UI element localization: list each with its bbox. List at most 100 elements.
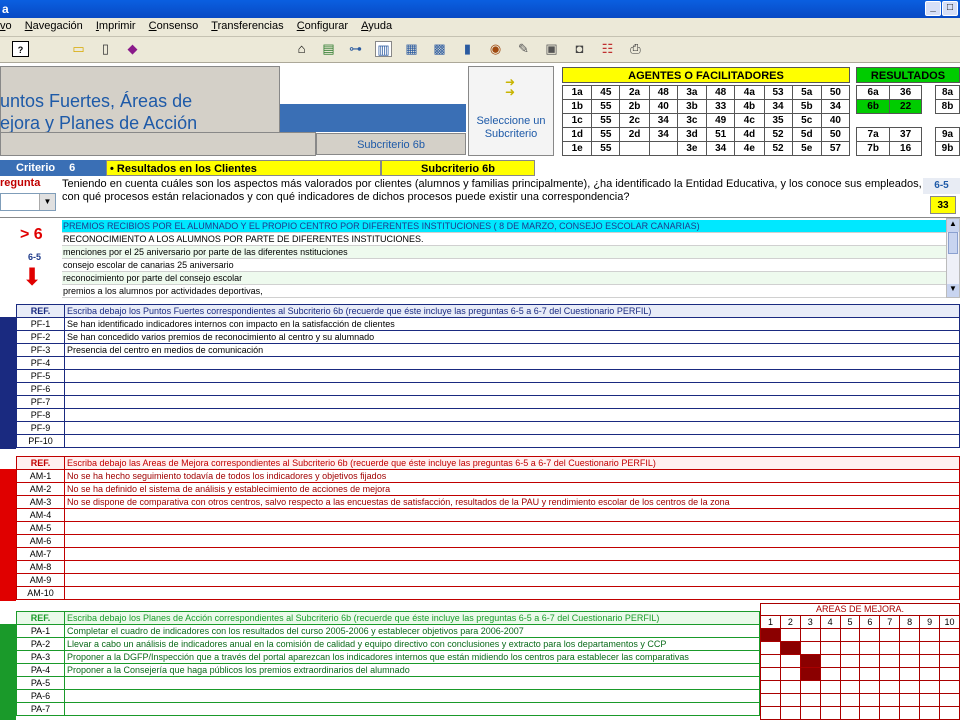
pf-text-cell[interactable]: [64, 421, 960, 435]
menu-navegacion[interactable]: Navegación: [20, 18, 88, 35]
agents-score[interactable]: 34: [820, 99, 851, 114]
areas-cell[interactable]: [779, 641, 801, 655]
areas-cell[interactable]: [859, 654, 881, 668]
areas-cell[interactable]: [819, 706, 841, 720]
menu-consenso[interactable]: Consenso: [144, 18, 204, 35]
areas-cell[interactable]: [839, 706, 861, 720]
agents-code[interactable]: 5d: [791, 127, 822, 142]
areas-cell[interactable]: [879, 693, 901, 707]
pa-text-cell[interactable]: Llevar a cabo un análisis de indicadores…: [64, 637, 760, 651]
am-text-cell[interactable]: No se ha definido el sistema de análisis…: [64, 482, 960, 496]
agents-score[interactable]: 33: [706, 99, 736, 114]
pf-text-cell[interactable]: [64, 408, 960, 422]
areas-cell[interactable]: [879, 654, 901, 668]
pf-text-cell[interactable]: Presencia del centro en medios de comuni…: [64, 343, 960, 357]
bar-chart-icon[interactable]: ▮: [459, 41, 476, 57]
areas-cell[interactable]: [919, 693, 941, 707]
areas-cell[interactable]: [919, 680, 941, 694]
scroll-down-icon[interactable]: ▼: [947, 284, 959, 297]
areas-cell[interactable]: [799, 706, 821, 720]
areas-cell[interactable]: [760, 667, 781, 681]
agents-code[interactable]: 3b: [676, 99, 708, 114]
areas-cell[interactable]: [839, 667, 861, 681]
areas-cell[interactable]: [839, 680, 861, 694]
evidence-row[interactable]: RECONOCIMIENTO A LOS ALUMNOS POR PARTE D…: [62, 233, 946, 246]
areas-cell[interactable]: [879, 628, 901, 642]
areas-cell[interactable]: [939, 667, 960, 681]
menu-file[interactable]: vo: [0, 18, 17, 35]
areas-cell[interactable]: [819, 654, 841, 668]
results-code[interactable]: 9b: [935, 141, 960, 156]
areas-cell[interactable]: [799, 667, 821, 681]
results-score[interactable]: 36: [889, 85, 922, 100]
results-code[interactable]: 6a: [855, 85, 891, 100]
agents-score[interactable]: 34: [648, 113, 678, 128]
agents-code[interactable]: 2b: [619, 99, 650, 114]
pf-text-cell[interactable]: [64, 395, 960, 409]
agents-score[interactable]: 55: [591, 127, 621, 142]
areas-cell[interactable]: [939, 628, 960, 642]
areas-cell[interactable]: [760, 693, 781, 707]
am-text-cell[interactable]: [64, 586, 960, 600]
agents-score[interactable]: 40: [648, 99, 678, 114]
scroll-up-icon[interactable]: ▲: [947, 219, 959, 232]
results-score[interactable]: 22: [889, 99, 922, 114]
agents-score[interactable]: 55: [591, 113, 621, 128]
pf-text-cell[interactable]: [64, 434, 960, 448]
areas-cell[interactable]: [799, 628, 821, 642]
evidence-row[interactable]: PREMIOS RECIBIOS POR EL ALUMNADO Y EL PR…: [62, 220, 946, 233]
areas-cell[interactable]: [899, 667, 921, 681]
agents-score[interactable]: 35: [763, 113, 793, 128]
agents-code[interactable]: 3d: [676, 127, 708, 142]
am-text-cell[interactable]: [64, 573, 960, 587]
agents-code[interactable]: 1a: [561, 85, 593, 100]
areas-cell[interactable]: [899, 641, 921, 655]
book-icon[interactable]: ◆: [124, 41, 141, 57]
agents-score[interactable]: 34: [648, 127, 678, 142]
agents-score[interactable]: 53: [763, 85, 793, 100]
table-icon[interactable]: ▩: [431, 41, 448, 57]
document-icon[interactable]: ▯: [97, 41, 114, 57]
areas-cell[interactable]: [819, 693, 841, 707]
areas-cell[interactable]: [939, 680, 960, 694]
agents-score[interactable]: 52: [763, 141, 793, 156]
agents-code[interactable]: 4b: [734, 99, 765, 114]
camera-icon[interactable]: ◘: [571, 41, 588, 57]
evidence-row[interactable]: menciones por el 25 aniversario por part…: [62, 246, 946, 259]
agents-code[interactable]: 5b: [791, 99, 822, 114]
areas-cell[interactable]: [760, 706, 781, 720]
team-icon[interactable]: ☷: [599, 41, 616, 57]
agents-code[interactable]: 4e: [734, 141, 765, 156]
agents-score[interactable]: 34: [763, 99, 793, 114]
areas-cell[interactable]: [799, 680, 821, 694]
results-code[interactable]: [935, 113, 960, 128]
results-score[interactable]: [889, 113, 922, 128]
agents-code[interactable]: [619, 141, 650, 156]
agents-score[interactable]: 40: [820, 113, 851, 128]
evidence-row[interactable]: consejo escolar de canarias 25 aniversar…: [62, 259, 946, 272]
agents-code[interactable]: 1e: [561, 141, 593, 156]
agents-code[interactable]: 5c: [791, 113, 822, 128]
areas-cell[interactable]: [819, 680, 841, 694]
am-text-cell[interactable]: [64, 547, 960, 561]
results-code[interactable]: [856, 113, 890, 128]
agents-score[interactable]: 57: [820, 141, 851, 156]
areas-cell[interactable]: [819, 628, 841, 642]
agents-code[interactable]: 3e: [676, 141, 708, 156]
agents-code[interactable]: 1d: [561, 127, 593, 142]
results-code[interactable]: 8b: [935, 99, 960, 114]
am-text-cell[interactable]: [64, 508, 960, 522]
agents-score[interactable]: 50: [820, 127, 851, 142]
select-subcriterio-button[interactable]: ➜ ➜ Seleccione un Subcriterio: [468, 66, 554, 156]
maximize-button[interactable]: □: [942, 1, 958, 16]
areas-cell[interactable]: [939, 641, 960, 655]
areas-cell[interactable]: [760, 680, 781, 694]
areas-cell[interactable]: [859, 706, 881, 720]
areas-cell[interactable]: [760, 654, 781, 668]
areas-cell[interactable]: [819, 667, 841, 681]
menu-imprimir[interactable]: Imprimir: [91, 18, 141, 35]
areas-cell[interactable]: [899, 654, 921, 668]
areas-cell[interactable]: [839, 641, 861, 655]
areas-cell[interactable]: [919, 654, 941, 668]
agents-code[interactable]: 2a: [619, 85, 650, 100]
